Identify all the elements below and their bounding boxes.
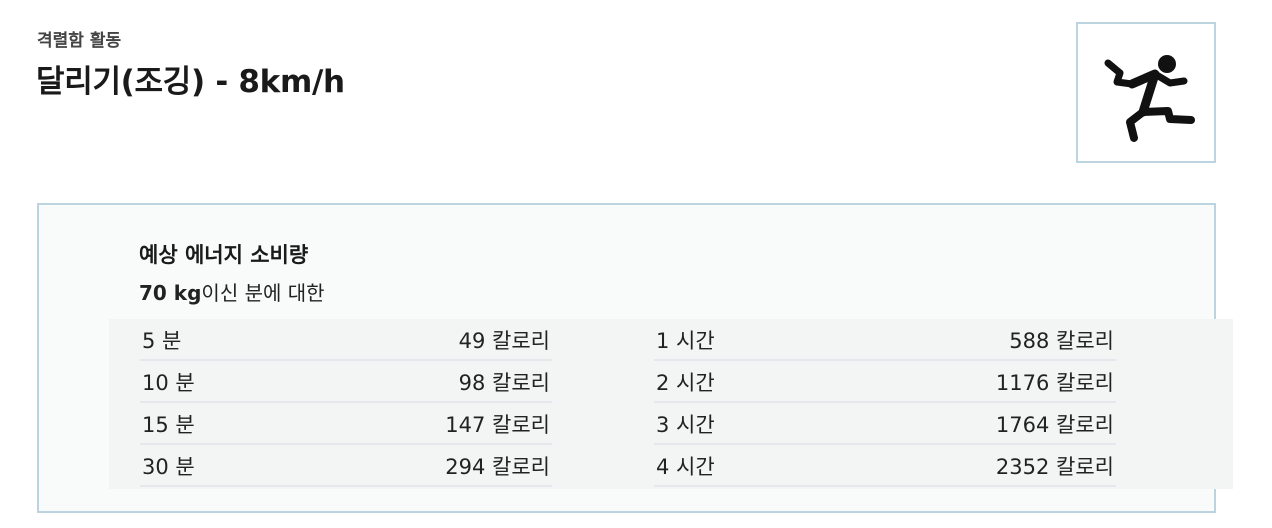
energy-title: 예상 에너지 소비량 — [139, 243, 309, 267]
energy-subtitle-suffix: 이신 분에 대한 — [201, 281, 325, 305]
activity-icon-box — [1076, 22, 1216, 163]
calorie-value: 98 칼로리 — [458, 371, 550, 395]
calorie-value: 1764 칼로리 — [995, 413, 1114, 437]
calorie-value: 588 칼로리 — [1009, 329, 1114, 353]
table-row: 5 분 49 칼로리 — [140, 319, 552, 361]
calorie-value: 2352 칼로리 — [995, 455, 1114, 479]
energy-estimate-panel: 예상 에너지 소비량 70 kg이신 분에 대한 5 분 49 칼로리 10 분… — [37, 203, 1233, 513]
duration-label: 15 분 — [142, 413, 195, 437]
duration-label: 30 분 — [142, 455, 195, 479]
activity-page: 격렬함 활동 달리기(조깅) - 8km/h 예상 에너지 소비량 70 kg이… — [0, 0, 1272, 528]
calorie-value: 147 칼로리 — [445, 413, 550, 437]
calorie-table-minutes: 5 분 49 칼로리 10 분 98 칼로리 15 분 147 칼로리 30 분… — [140, 319, 552, 487]
table-row: 10 분 98 칼로리 — [140, 361, 552, 403]
duration-label: 5 분 — [142, 329, 182, 353]
duration-label: 3 시간 — [656, 413, 715, 437]
calorie-table-hours: 1 시간 588 칼로리 2 시간 1176 칼로리 3 시간 1764 칼로리… — [654, 319, 1116, 487]
table-row: 1 시간 588 칼로리 — [654, 319, 1116, 361]
activity-category: 격렬함 활동 — [37, 31, 122, 51]
energy-subtitle: 70 kg이신 분에 대한 — [139, 277, 325, 306]
table-row: 4 시간 2352 칼로리 — [654, 445, 1116, 487]
activity-title: 달리기(조깅) - 8km/h — [36, 64, 345, 100]
table-row: 15 분 147 칼로리 — [140, 403, 552, 445]
table-row: 3 시간 1764 칼로리 — [654, 403, 1116, 445]
duration-label: 1 시간 — [656, 329, 715, 353]
duration-label: 2 시간 — [656, 371, 715, 395]
calorie-value: 1176 칼로리 — [995, 371, 1114, 395]
duration-label: 4 시간 — [656, 455, 715, 479]
calorie-value: 49 칼로리 — [458, 329, 550, 353]
table-row: 2 시간 1176 칼로리 — [654, 361, 1116, 403]
running-person-icon — [1104, 55, 1195, 142]
calorie-value: 294 칼로리 — [445, 455, 550, 479]
duration-label: 10 분 — [142, 371, 195, 395]
table-row: 30 분 294 칼로리 — [140, 445, 552, 487]
body-weight: 70 kg — [139, 281, 202, 305]
